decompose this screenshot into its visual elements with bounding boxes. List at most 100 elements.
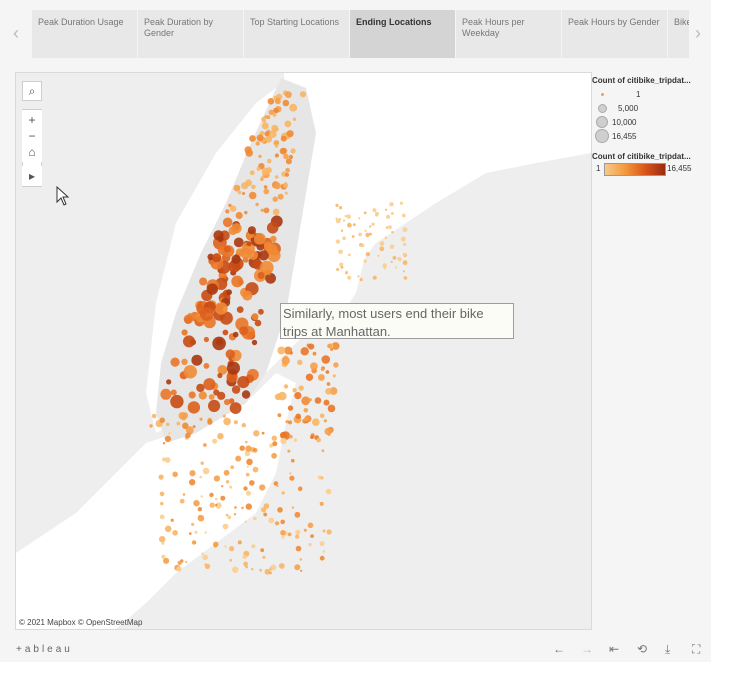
station-bubble[interactable] — [231, 385, 241, 394]
station-bubble[interactable] — [215, 302, 228, 315]
station-bubble[interactable] — [402, 260, 408, 266]
station-bubble[interactable] — [299, 91, 307, 98]
station-bubble[interactable] — [172, 530, 178, 536]
station-bubble[interactable] — [224, 399, 231, 406]
station-bubble[interactable] — [295, 545, 302, 552]
station-bubble[interactable] — [289, 103, 298, 112]
station-bubble[interactable] — [403, 276, 408, 280]
station-bubble[interactable] — [284, 191, 288, 195]
station-bubble[interactable] — [307, 522, 314, 529]
station-bubble[interactable] — [198, 391, 207, 400]
station-bubble[interactable] — [360, 243, 365, 248]
station-bubble[interactable] — [259, 568, 263, 572]
station-bubble[interactable] — [251, 568, 254, 571]
station-bubble[interactable] — [284, 346, 293, 355]
station-bubble[interactable] — [225, 349, 235, 359]
station-bubble[interactable] — [274, 175, 279, 179]
station-bubble[interactable] — [277, 413, 282, 418]
tab-top-starting-locations[interactable]: Top Starting Locations — [244, 10, 350, 58]
station-bubble[interactable] — [183, 335, 195, 348]
station-bubble[interactable] — [335, 218, 341, 224]
station-bubble[interactable] — [278, 563, 285, 569]
station-bubble[interactable] — [194, 530, 198, 534]
station-bubble[interactable] — [320, 367, 325, 372]
station-bubble[interactable] — [340, 229, 344, 232]
station-bubble[interactable] — [239, 445, 245, 451]
station-bubble[interactable] — [234, 506, 237, 509]
station-bubble[interactable] — [242, 554, 247, 559]
station-bubble[interactable] — [237, 190, 242, 195]
station-bubble[interactable] — [336, 268, 340, 271]
tab-peak-duration-by-gender[interactable]: Peak Duration by Gender — [138, 10, 244, 58]
station-bubble[interactable] — [170, 518, 174, 522]
station-bubble[interactable] — [202, 467, 210, 475]
station-bubble[interactable] — [379, 246, 385, 252]
station-bubble[interactable] — [212, 253, 222, 263]
station-bubble[interactable] — [251, 544, 256, 549]
station-bubble[interactable] — [199, 475, 202, 479]
station-bubble[interactable] — [386, 214, 391, 219]
station-bubble[interactable] — [270, 564, 277, 571]
station-bubble[interactable] — [222, 217, 233, 228]
station-bubble[interactable] — [266, 222, 279, 234]
station-bubble[interactable] — [231, 254, 241, 264]
station-bubble[interactable] — [274, 521, 280, 526]
station-bubble[interactable] — [259, 484, 266, 491]
station-bubble[interactable] — [297, 486, 303, 492]
station-bubble[interactable] — [225, 209, 230, 214]
undo-icon[interactable]: ← — [553, 642, 565, 656]
station-bubble[interactable] — [235, 211, 243, 220]
station-bubble[interactable] — [170, 357, 180, 367]
station-bubble[interactable] — [314, 397, 322, 404]
station-bubble[interactable] — [392, 256, 397, 260]
station-bubble[interactable] — [293, 438, 298, 442]
station-bubble[interactable] — [251, 339, 258, 346]
station-bubble[interactable] — [261, 507, 267, 513]
station-bubble[interactable] — [251, 313, 259, 321]
station-bubble[interactable] — [160, 501, 164, 506]
station-bubble[interactable] — [263, 512, 268, 517]
station-bubble[interactable] — [208, 399, 221, 412]
station-bubble[interactable] — [308, 398, 312, 402]
station-bubble[interactable] — [319, 541, 325, 547]
station-bubble[interactable] — [235, 455, 242, 462]
station-bubble[interactable] — [200, 495, 203, 498]
station-bubble[interactable] — [277, 507, 283, 513]
station-bubble[interactable] — [321, 355, 331, 364]
station-bubble[interactable] — [347, 222, 352, 228]
station-bubble[interactable] — [244, 210, 248, 215]
station-bubble[interactable] — [277, 193, 284, 200]
station-bubble[interactable] — [288, 420, 292, 425]
station-bubble[interactable] — [249, 480, 255, 486]
station-bubble[interactable] — [290, 148, 296, 154]
station-bubble[interactable] — [326, 529, 332, 535]
station-bubble[interactable] — [272, 441, 278, 447]
station-bubble[interactable] — [268, 517, 275, 524]
station-bubble[interactable] — [390, 260, 393, 263]
station-bubble[interactable] — [401, 213, 406, 218]
map-attribution[interactable]: © 2021 Mapbox © OpenStreetMap — [19, 618, 142, 627]
station-bubble[interactable] — [345, 272, 348, 275]
station-bubble[interactable] — [281, 535, 285, 539]
station-bubble[interactable] — [166, 379, 172, 385]
station-bubble[interactable] — [280, 437, 287, 445]
station-bubble[interactable] — [252, 448, 256, 452]
station-bubble[interactable] — [244, 146, 252, 154]
station-bubble[interactable] — [279, 147, 287, 155]
station-bubble[interactable] — [215, 503, 218, 507]
station-bubble[interactable] — [229, 402, 242, 414]
station-bubble[interactable] — [269, 571, 272, 575]
station-bubble[interactable] — [193, 500, 200, 507]
station-bubble[interactable] — [390, 212, 394, 215]
station-bubble[interactable] — [319, 555, 325, 561]
station-bubble[interactable] — [179, 498, 185, 504]
station-bubble[interactable] — [161, 541, 165, 545]
station-bubble[interactable] — [369, 225, 372, 228]
station-bubble[interactable] — [253, 516, 257, 521]
station-bubble[interactable] — [264, 131, 270, 137]
station-bubble[interactable] — [292, 117, 297, 121]
station-bubble[interactable] — [294, 564, 301, 571]
station-bubble[interactable] — [365, 232, 370, 238]
station-bubble[interactable] — [335, 203, 339, 207]
station-bubble[interactable] — [268, 109, 274, 115]
